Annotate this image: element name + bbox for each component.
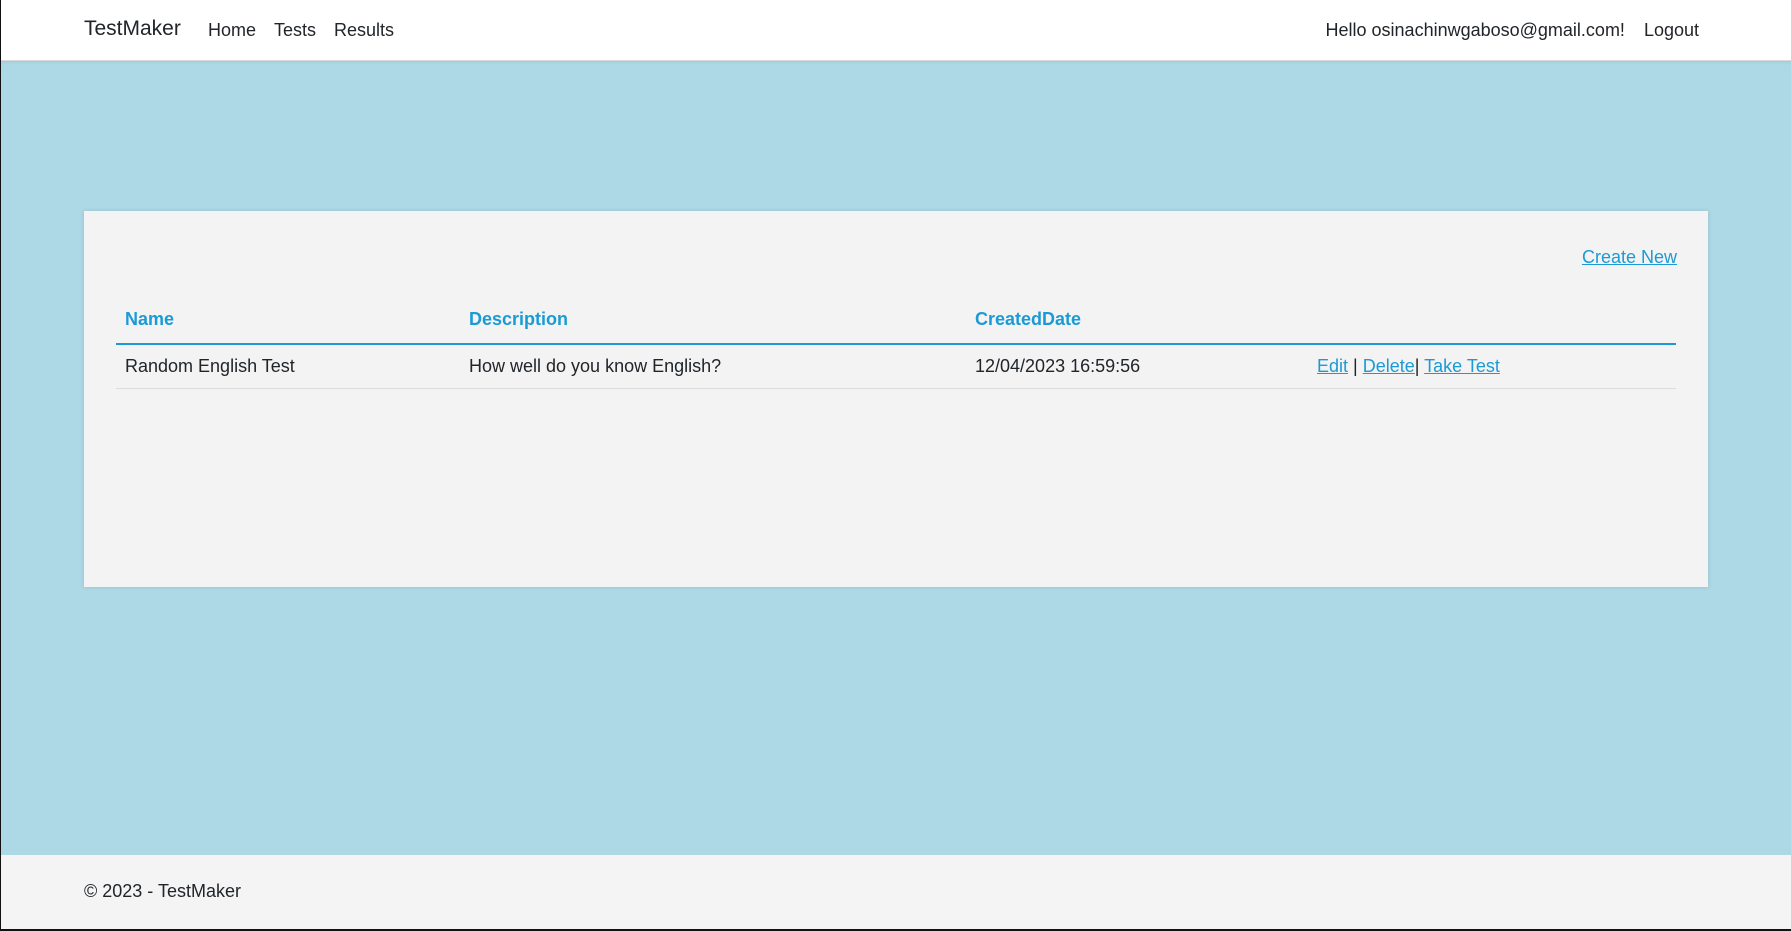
- cell-actions: Edit | Delete| Take Test: [1317, 356, 1500, 377]
- nav-link-tests[interactable]: Tests: [274, 20, 316, 41]
- tests-card: Create New Name Description CreatedDate …: [84, 211, 1708, 587]
- copyright-text: © 2023 - TestMaker: [84, 881, 241, 901]
- cell-description: How well do you know English?: [469, 356, 722, 376]
- footer: © 2023 - TestMaker: [1, 855, 1791, 929]
- logout-button[interactable]: Logout: [1644, 20, 1699, 41]
- action-separator: |: [1414, 356, 1420, 376]
- edit-link[interactable]: Edit: [1317, 356, 1348, 376]
- tests-table: Name Description CreatedDate Random Engl…: [116, 295, 1676, 389]
- delete-link[interactable]: Delete: [1363, 356, 1415, 376]
- table-header: Name Description CreatedDate: [116, 295, 1676, 345]
- page-frame: TestMaker Home Tests Results Hello osina…: [1, 0, 1791, 929]
- cell-created-date: 12/04/2023 16:59:56: [975, 356, 1141, 376]
- header-name[interactable]: Name: [125, 309, 174, 330]
- cell-name: Random English Test: [125, 356, 295, 376]
- action-separator: |: [1353, 356, 1358, 376]
- create-new-link[interactable]: Create New: [1582, 247, 1677, 268]
- table-row: Random English Test How well do you know…: [116, 345, 1676, 389]
- nav-link-home[interactable]: Home: [208, 20, 256, 41]
- take-test-link[interactable]: Take Test: [1424, 356, 1500, 376]
- nav-user-area: Hello osinachinwgaboso@gmail.com! Logout: [1326, 20, 1699, 41]
- nav-link-results[interactable]: Results: [334, 20, 394, 41]
- brand-link[interactable]: TestMaker: [84, 17, 181, 41]
- navbar: TestMaker Home Tests Results Hello osina…: [1, 0, 1791, 61]
- header-created-date[interactable]: CreatedDate: [975, 309, 1081, 330]
- nav-links: Home Tests Results: [208, 20, 394, 41]
- user-greeting-link[interactable]: Hello osinachinwgaboso@gmail.com!: [1326, 20, 1625, 41]
- header-description[interactable]: Description: [469, 309, 568, 330]
